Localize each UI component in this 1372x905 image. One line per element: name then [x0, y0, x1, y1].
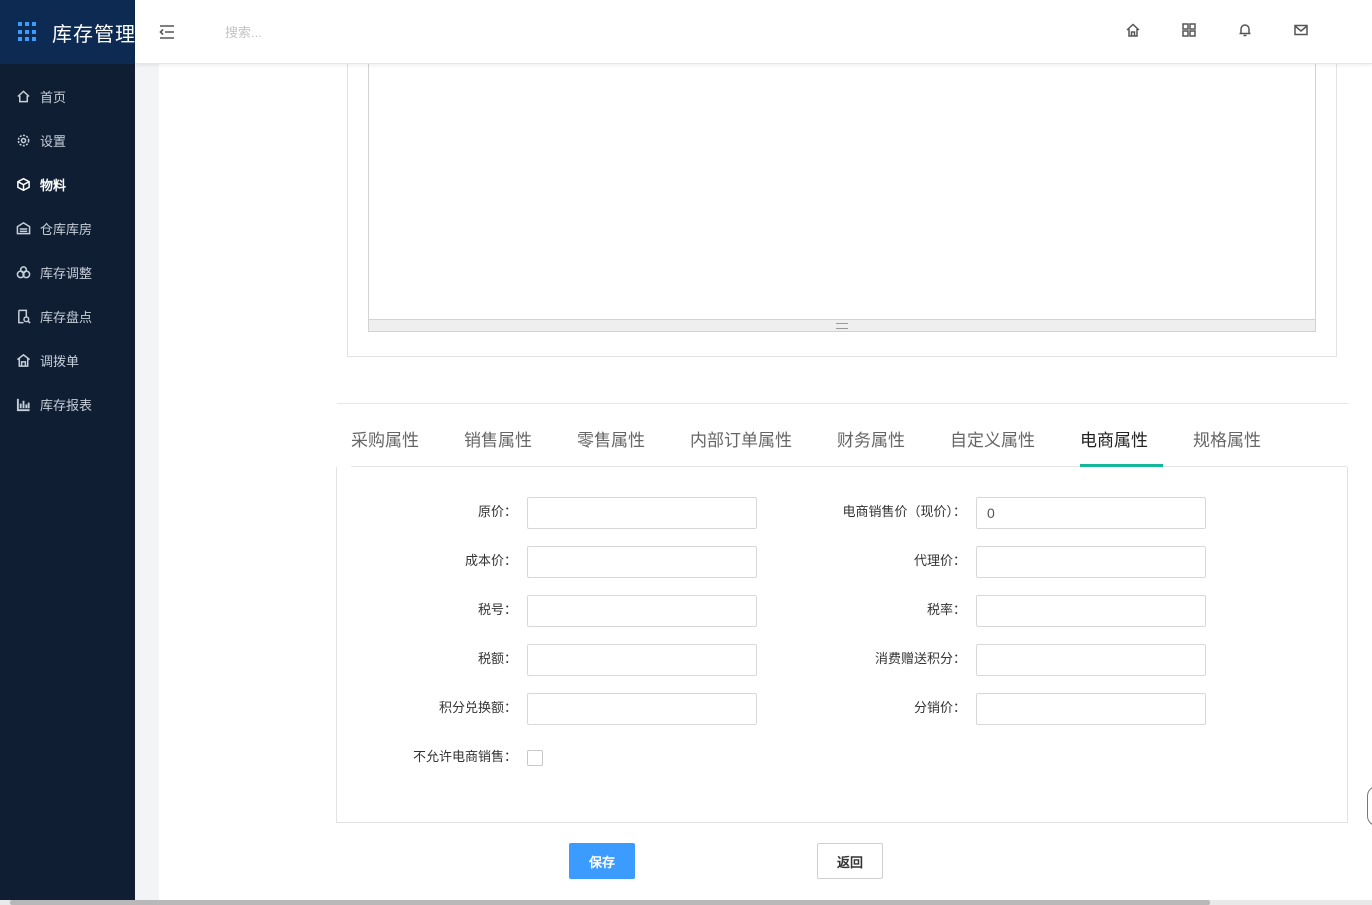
sidebar-item-settings[interactable]: 设置: [0, 118, 135, 162]
sidebar-item-label: 物料: [40, 178, 67, 194]
tab-custom[interactable]: 自定义属性: [950, 426, 1035, 466]
warehouse-icon: [15, 220, 31, 236]
bar-chart-icon: [15, 396, 31, 412]
sidebar-item-label: 仓库库房: [40, 222, 93, 238]
search-input[interactable]: [225, 20, 425, 44]
sidebar-item-label: 库存盘点: [40, 310, 93, 326]
attribute-tabs: 采购属性 销售属性 零售属性 内部订单属性 财务属性 自定义属性 电商属性 规格…: [351, 426, 1347, 467]
scrollbar-thumb[interactable]: [10, 900, 1210, 905]
sidebar-item-stock-check[interactable]: 库存盘点: [0, 294, 135, 338]
distribution-price-input[interactable]: [976, 693, 1206, 725]
tab-sales[interactable]: 销售属性: [464, 426, 532, 466]
tab-finance[interactable]: 财务属性: [837, 426, 905, 466]
side-drawer-handle[interactable]: [1367, 786, 1372, 826]
bonus-points-input[interactable]: [976, 644, 1206, 676]
tab-internal-order[interactable]: 内部订单属性: [690, 426, 792, 466]
form-row: 税额： 消费赠送积分：: [337, 644, 1349, 676]
bonus-points-label: 消费赠送积分：: [874, 652, 966, 667]
agent-price-input[interactable]: [976, 546, 1206, 578]
cube-icon: [15, 176, 31, 192]
apps-grid-icon[interactable]: [1181, 22, 1199, 40]
rich-editor-container: [347, 64, 1337, 357]
tab-spec[interactable]: 规格属性: [1193, 426, 1261, 466]
sidebar-item-label: 调拨单: [40, 354, 80, 370]
inventory-check-icon: [15, 308, 31, 324]
bell-icon[interactable]: [1237, 22, 1255, 40]
form-row: 成本价： 代理价：: [337, 546, 1349, 578]
sidebar-item-home[interactable]: 首页: [0, 74, 135, 118]
tax-amount-input[interactable]: [527, 644, 757, 676]
form-row: 不允许电商销售：: [337, 742, 1349, 774]
sidebar-item-transfer[interactable]: 调拨单: [0, 338, 135, 382]
sidebar-item-stock-report[interactable]: 库存报表: [0, 382, 135, 426]
cost-price-input[interactable]: [527, 546, 757, 578]
ecom-price-label: 电商销售价（现价）：: [842, 505, 966, 520]
form-row: 税号： 税率：: [337, 595, 1349, 627]
save-button[interactable]: 保存: [569, 843, 635, 879]
horizontal-scrollbar[interactable]: [0, 900, 1372, 905]
editor-resize-handle[interactable]: [369, 319, 1315, 331]
app-grid-icon[interactable]: [18, 22, 36, 42]
disallow-ecom-label: 不允许电商销售：: [412, 750, 517, 765]
sidebar-item-warehouse[interactable]: 仓库库房: [0, 206, 135, 250]
resize-grip-icon: [836, 322, 848, 329]
tab-purchase[interactable]: 采购属性: [351, 426, 419, 466]
tax-number-label: 税号：: [477, 603, 517, 618]
tax-number-input[interactable]: [527, 595, 757, 627]
top-header: [135, 0, 1372, 64]
sidebar-item-stock-adjust[interactable]: 库存调整: [0, 250, 135, 294]
ecom-price-input[interactable]: [976, 497, 1206, 529]
home-icon: [15, 88, 31, 104]
original-price-label: 原价：: [477, 505, 517, 520]
rich-editor-area[interactable]: [368, 64, 1316, 332]
home-icon[interactable]: [1125, 22, 1143, 40]
tab-ecommerce[interactable]: 电商属性: [1080, 426, 1163, 467]
mail-icon[interactable]: [1293, 22, 1311, 40]
menu-collapse-icon[interactable]: [157, 22, 177, 42]
cost-price-label: 成本价：: [464, 554, 517, 569]
sidebar-item-label: 设置: [40, 134, 67, 150]
original-price-input[interactable]: [527, 497, 757, 529]
tax-rate-input[interactable]: [976, 595, 1206, 627]
section-divider: [337, 403, 1348, 404]
sidebar: 库存管理 首页 设置 物料 仓库库房 库存调整 库存盘点 调拨单 库存报表: [0, 0, 135, 905]
sidebar-item-label: 库存报表: [40, 398, 93, 414]
agent-price-label: 代理价：: [913, 554, 966, 569]
app-title: 库存管理: [52, 21, 136, 46]
distribution-price-label: 分销价：: [913, 701, 966, 716]
points-exchange-label: 积分兑换额：: [438, 701, 517, 716]
sidebar-item-label: 首页: [40, 90, 67, 106]
sidebar-item-label: 库存调整: [40, 266, 93, 282]
sidebar-item-materials[interactable]: 物料: [0, 162, 135, 206]
form-row: 原价： 电商销售价（现价）：: [337, 497, 1349, 529]
sidebar-nav: 首页 设置 物料 仓库库房 库存调整 库存盘点 调拨单 库存报表: [0, 64, 135, 426]
adjust-icon: [15, 264, 31, 280]
tab-retail[interactable]: 零售属性: [577, 426, 645, 466]
tax-amount-label: 税额：: [477, 652, 517, 667]
tax-rate-label: 税率：: [926, 603, 966, 618]
form-row: 积分兑换额： 分销价：: [337, 693, 1349, 725]
brand-bar: 库存管理: [0, 0, 135, 64]
back-button[interactable]: 返回: [817, 843, 883, 879]
ecommerce-form: 原价： 电商销售价（现价）： 成本价： 代理价： 税号： 税率： 税额： 消费赠…: [336, 467, 1348, 823]
main-content: 采购属性 销售属性 零售属性 内部订单属性 财务属性 自定义属性 电商属性 规格…: [159, 64, 1372, 900]
disallow-ecom-checkbox[interactable]: [527, 750, 543, 766]
points-exchange-input[interactable]: [527, 693, 757, 725]
gear-icon: [15, 132, 31, 148]
transfer-icon: [15, 352, 31, 368]
